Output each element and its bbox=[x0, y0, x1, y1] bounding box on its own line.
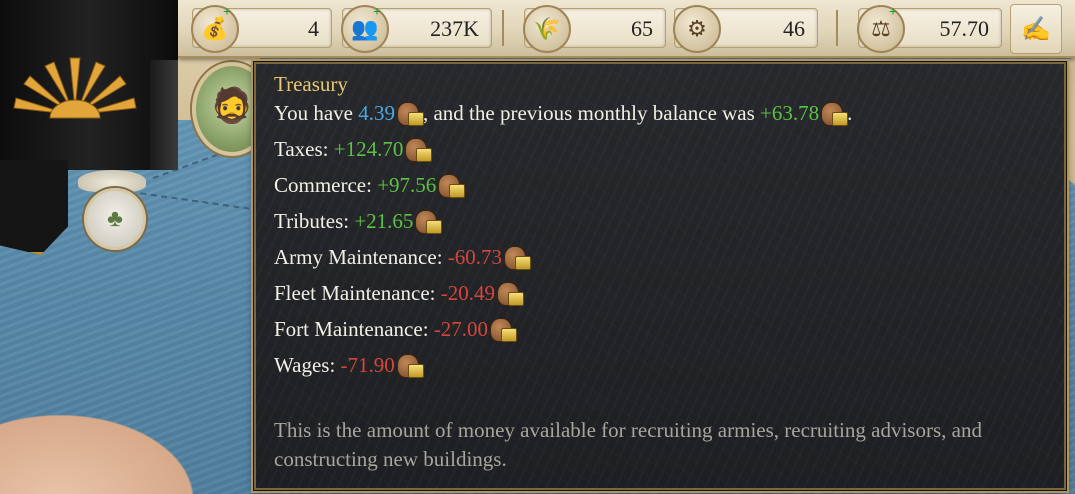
summary-middle: , and the previous monthly balance was bbox=[422, 100, 755, 125]
stability-resource[interactable]: ⚖ + 57.70 bbox=[857, 5, 1002, 53]
row-value: -60.73 bbox=[447, 244, 503, 269]
summary-prefix: You have bbox=[274, 100, 353, 125]
gold-bag-icon bbox=[497, 280, 525, 306]
row-label: Fort Maintenance: bbox=[274, 316, 429, 341]
row-label: Commerce: bbox=[274, 172, 372, 197]
trade-resource[interactable]: ⚙ 46 bbox=[673, 5, 818, 53]
manpower-value: 65 bbox=[631, 16, 653, 41]
gold-bag-icon bbox=[396, 352, 424, 378]
row-label: Fleet Maintenance: bbox=[274, 280, 436, 305]
expense-row-wages: Wages: -71.90 bbox=[274, 352, 424, 378]
row-value: +21.65 bbox=[354, 208, 414, 233]
row-label: Tributes: bbox=[274, 208, 350, 233]
treasury-summary: You have 4.39 , and the previous monthly… bbox=[274, 100, 852, 126]
trade-icon: ⚙ bbox=[673, 5, 721, 53]
expense-row-fort: Fort Maintenance: -27.00 bbox=[274, 316, 518, 342]
population-resource[interactable]: 👥 + 237K bbox=[341, 5, 492, 53]
vergina-sun-icon bbox=[13, 57, 137, 119]
expense-row-army: Army Maintenance: -60.73 bbox=[274, 244, 532, 270]
row-label: Wages: bbox=[274, 352, 336, 377]
population-icon: 👥 + bbox=[341, 5, 389, 53]
mission-badge-icon[interactable]: ♣ bbox=[84, 188, 146, 250]
treasury-resource[interactable]: 💰 + 4 bbox=[191, 5, 332, 53]
gold-bag-icon bbox=[490, 316, 518, 342]
stability-value: 57.70 bbox=[939, 16, 990, 41]
tooltip-title: Treasury bbox=[274, 72, 348, 96]
banner-fold bbox=[150, 60, 178, 170]
tooltip-description: This is the amount of money available fo… bbox=[274, 418, 982, 471]
row-label: Army Maintenance: bbox=[274, 244, 443, 269]
gold-bag-icon bbox=[504, 244, 532, 270]
manpower-icon: 🌾 bbox=[523, 5, 571, 53]
income-row-taxes: Taxes: +124.70 bbox=[274, 136, 433, 162]
gold-bag-icon bbox=[438, 172, 466, 198]
divider bbox=[502, 10, 504, 46]
row-value: -27.00 bbox=[433, 316, 489, 341]
row-label: Taxes: bbox=[274, 136, 329, 161]
divider bbox=[836, 10, 838, 46]
population-value: 237K bbox=[430, 16, 479, 41]
resource-bar: 💰 + 4 👥 + 237K 🌾 65 ⚙ 46 ⚖ + 57.70 bbox=[178, 0, 1075, 58]
gold-bag-icon bbox=[821, 100, 849, 126]
stability-icon: ⚖ + bbox=[857, 5, 905, 53]
monthly-balance: +63.78 bbox=[760, 100, 820, 125]
row-value: +97.56 bbox=[377, 172, 437, 197]
expense-row-fleet: Fleet Maintenance: -20.49 bbox=[274, 280, 525, 306]
trade-value: 46 bbox=[783, 16, 805, 41]
row-value: -20.49 bbox=[440, 280, 496, 305]
income-row-commerce: Commerce: +97.56 bbox=[274, 172, 466, 198]
gold-bag-icon bbox=[415, 208, 443, 234]
row-value: +124.70 bbox=[333, 136, 404, 161]
gold-bag-icon bbox=[396, 100, 424, 126]
income-row-tributes: Tributes: +21.65 bbox=[274, 208, 443, 234]
row-value: -71.90 bbox=[340, 352, 395, 377]
manpower-resource[interactable]: 🌾 65 bbox=[523, 5, 666, 53]
current-gold: 4.39 bbox=[358, 100, 395, 125]
scroll-quill-icon[interactable]: ✍ bbox=[1010, 4, 1062, 54]
gold-bag-icon bbox=[405, 136, 433, 162]
treasury-tooltip: Treasury You have 4.39 , and the previou… bbox=[254, 62, 1066, 490]
gold-bag-icon: 💰 + bbox=[191, 5, 239, 53]
treasury-value: 4 bbox=[308, 16, 319, 41]
